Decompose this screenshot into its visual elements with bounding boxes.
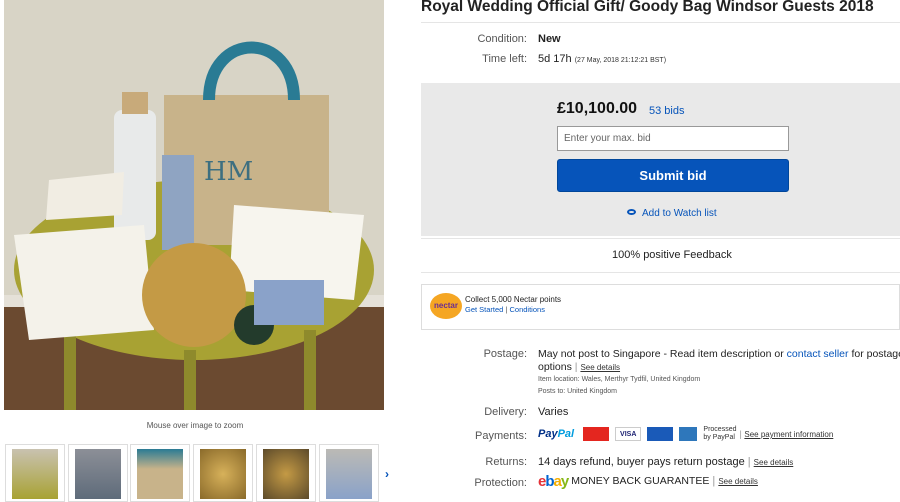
current-price: £10,100.00 (557, 100, 638, 117)
processed-by-paypal: Processed by PayPal (703, 426, 737, 441)
payments-label: Payments: (475, 430, 527, 442)
time-left-label: Time left: (482, 53, 527, 65)
divider (421, 238, 900, 239)
thumbnail-1[interactable] (5, 444, 65, 502)
returns-see-details-link[interactable]: See details (754, 458, 794, 467)
amex-icon (679, 427, 698, 441)
image-gallery: HM Mouse over image to zoom › (0, 0, 400, 502)
max-bid-input[interactable] (557, 126, 789, 151)
main-product-image[interactable]: HM (4, 0, 384, 410)
nectar-promo: nectar Collect 5,000 Nectar points Get S… (421, 284, 900, 330)
condition-value: New (538, 33, 561, 45)
postage-label: Postage: (483, 348, 527, 360)
thumbnail-3[interactable] (130, 444, 190, 502)
time-left-value: 5d 17h (538, 53, 572, 65)
money-back-guarantee: MONEY BACK GUARANTEE (571, 475, 710, 487)
protection-row: ebay MONEY BACK GUARANTEE | See details (538, 473, 758, 490)
svg-text:HM: HM (204, 157, 253, 187)
bid-count-link[interactable]: 53 bids (649, 105, 684, 117)
posts-to: Posts to: United Kingdom (538, 388, 617, 395)
bid-box: £10,100.00 53 bids Submit bid Add to Wat… (421, 83, 900, 236)
divider (421, 22, 900, 23)
eye-icon (627, 209, 636, 215)
product-photo-illustration: HM (4, 0, 384, 410)
visa-icon: VISA (615, 427, 642, 441)
postage-text-end: for postage (851, 348, 900, 360)
returns-label: Returns: (485, 456, 527, 468)
thumbnail-strip: › (5, 442, 400, 502)
zoom-hint: Mouse over image to zoom (146, 421, 244, 430)
see-payment-info-link[interactable]: See payment information (744, 430, 833, 439)
nectar-get-started-link[interactable]: Get Started (465, 305, 503, 314)
returns-value: 14 days refund, buyer pays return postag… (538, 456, 745, 468)
postage-line2: options | See details (538, 361, 621, 373)
seller-feedback: 100% positive Feedback (612, 249, 732, 261)
nectar-conditions-link[interactable]: Conditions (510, 305, 545, 314)
divider (421, 272, 900, 273)
maestro-icon (647, 427, 674, 441)
thumbnail-4[interactable] (193, 444, 253, 502)
thumbnail-next-arrow[interactable]: › (385, 467, 389, 481)
time-left-detail: (27 May, 2018 21:12:21 BST) (574, 57, 667, 64)
postage-options-text: options (538, 361, 572, 373)
returns-row: 14 days refund, buyer pays return postag… (538, 456, 794, 468)
delivery-value: Varies (538, 406, 569, 418)
nectar-logo: nectar (430, 293, 462, 319)
condition-label: Condition: (477, 33, 527, 45)
thumbnail-2[interactable] (68, 444, 128, 502)
paypal-logo: PayPal (538, 427, 575, 440)
mastercard-icon (583, 427, 610, 441)
postage-see-details-link[interactable]: See details (580, 363, 620, 372)
payment-methods: PayPal VISA Processed by PayPal | See pay… (538, 426, 834, 441)
protection-label: Protection: (474, 477, 527, 489)
nectar-points-text: Collect 5,000 Nectar points (465, 295, 562, 304)
nectar-links: Get Started | Conditions (465, 305, 545, 314)
postage-line1: May not post to Singapore - Read item de… (538, 348, 900, 360)
watchlist-label: Add to Watch list (642, 208, 717, 219)
add-to-watchlist-link[interactable]: Add to Watch list (627, 208, 717, 219)
time-left-row: 5d 17h (27 May, 2018 21:12:21 BST) (538, 53, 666, 65)
listing-title: Royal Wedding Official Gift/ Goody Bag W… (421, 0, 874, 15)
item-location: Item location: Wales, Merthyr Tydfil, Un… (538, 376, 701, 383)
ebay-logo: ebay (538, 473, 569, 490)
delivery-label: Delivery: (484, 406, 527, 418)
contact-seller-link[interactable]: contact seller (787, 348, 849, 360)
protection-see-details-link[interactable]: See details (718, 477, 758, 486)
postage-text: May not post to Singapore - Read item de… (538, 348, 784, 360)
submit-bid-button[interactable]: Submit bid (557, 159, 789, 192)
thumbnail-5[interactable] (256, 444, 316, 502)
thumbnail-6[interactable] (319, 444, 379, 502)
